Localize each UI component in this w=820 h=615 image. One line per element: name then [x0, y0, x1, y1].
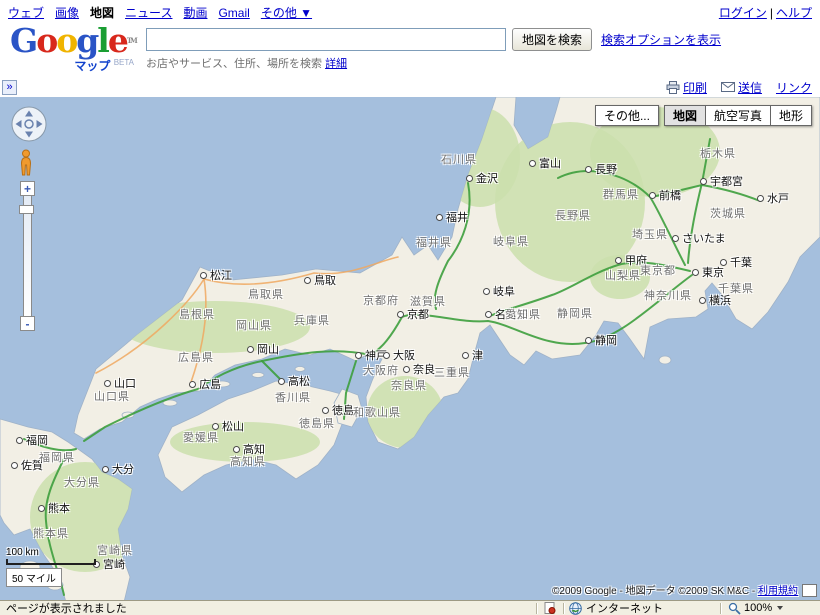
- envelope-icon: [720, 82, 735, 92]
- google-maps-page: ウェブ 画像 地図 ニュース 動画 Gmail その他 ▼ ログイン | ヘルプ GoogleT…: [0, 0, 820, 615]
- logo-maps-label: マップ BETA: [74, 58, 134, 73]
- status-message: ページが表示されました: [6, 603, 127, 615]
- account-nav: ログイン | ヘルプ: [719, 4, 812, 21]
- google-services-nav: ウェブ 画像 地図 ニュース 動画 Gmail その他 ▼: [8, 4, 323, 21]
- scale-bar: [6, 559, 96, 565]
- pegman-head: [22, 149, 30, 158]
- topnav-link-news[interactable]: ニュース: [125, 6, 172, 20]
- map-scale: 100 km 50 マイル: [6, 547, 96, 587]
- search-input[interactable]: [146, 28, 506, 51]
- help-link[interactable]: ヘルプ: [776, 6, 812, 20]
- topnav-link-images[interactable]: 画像: [55, 6, 79, 20]
- internet-globe-icon: [569, 601, 582, 615]
- zoom-out-button[interactable]: -: [20, 316, 35, 331]
- pegman-street-view-control[interactable]: [19, 149, 33, 180]
- terms-link[interactable]: 利用規約: [758, 586, 798, 597]
- zoom-dropdown-icon[interactable]: [777, 606, 784, 610]
- map-type-switcher: その他... 地図 航空写真 地形: [594, 105, 812, 126]
- link-label: リンク: [775, 80, 812, 95]
- topnav-link-web[interactable]: ウェブ: [8, 6, 44, 20]
- login-link[interactable]: ログイン: [719, 6, 767, 20]
- pan-control[interactable]: [10, 105, 48, 143]
- japan-map-graphic: [0, 97, 820, 600]
- map-canvas[interactable]: 金沢 富山 長野 宇都宮 前橋 水戸 福井 さいたま 甲府 千葉 東京 横浜 松江 鳥取 岐阜 京都 名古屋 静岡…: [0, 97, 820, 600]
- browser-status-bar: ページが表示されました インターネット 100%: [0, 600, 820, 615]
- browser-zoom-control[interactable]: 100%: [722, 602, 820, 615]
- status-separator: [563, 602, 564, 614]
- send-link[interactable]: 送信: [720, 79, 762, 96]
- magnifier-icon: [728, 602, 741, 615]
- search-hint-text: お店やサービス、住所、場所を検索: [146, 58, 322, 70]
- beta-badge: BETA: [113, 58, 134, 67]
- toolbar-actions: 印刷 送信 リンク: [666, 79, 812, 96]
- security-zone: インターネット: [565, 600, 719, 615]
- topnav-link-maps[interactable]: 地図: [90, 6, 114, 20]
- map-type-button-map[interactable]: 地図: [663, 105, 706, 126]
- zoom-slider-thumb[interactable]: [19, 205, 34, 214]
- topnav-link-more[interactable]: その他 ▼: [261, 6, 312, 20]
- top-navigation: ウェブ 画像 地図 ニュース 動画 Gmail その他 ▼ ログイン | ヘルプ: [0, 0, 820, 22]
- map-type-button-satellite[interactable]: 航空写真: [705, 105, 771, 126]
- zoom-percent-label: 100%: [744, 602, 773, 614]
- print-label: 印刷: [682, 80, 707, 95]
- logo-wordmark: GoogleTM: [10, 21, 138, 60]
- hint-details-link[interactable]: 詳細: [325, 58, 347, 70]
- google-maps-logo[interactable]: GoogleTM マップ BETA: [10, 21, 138, 76]
- search-area: 地図を検索 検索オプションを表示 お店やサービス、住所、場所を検索 詳細: [134, 22, 721, 76]
- print-link[interactable]: 印刷: [666, 79, 707, 96]
- status-separator: [536, 602, 537, 614]
- map-type-button-more[interactable]: その他...: [594, 105, 659, 126]
- scale-km-label: 100 km: [6, 547, 39, 558]
- status-indicator: [538, 602, 562, 614]
- header: GoogleTM マップ BETA 地図を検索 検索オプションを表示 お店やサー…: [0, 22, 820, 76]
- copyright-text: ©2009 Google - 地図データ ©2009 SK M&C -: [552, 586, 758, 597]
- printer-icon: [666, 80, 680, 94]
- search-hint: お店やサービス、住所、場所を検索 詳細: [146, 55, 721, 71]
- zone-label: インターネット: [586, 603, 663, 615]
- scale-miles-label: 50 マイル: [6, 568, 62, 587]
- map-corner-box[interactable]: [802, 584, 817, 597]
- zoom-control: + -: [19, 181, 35, 331]
- topnav-link-video[interactable]: 動画: [183, 6, 207, 20]
- nav-separator: |: [769, 5, 773, 20]
- map-toolbar: » 印刷 送信 リンク: [0, 76, 820, 98]
- send-label: 送信: [737, 80, 762, 95]
- topnav-link-gmail[interactable]: Gmail: [218, 6, 249, 20]
- map-type-button-terrain[interactable]: 地形: [770, 105, 812, 126]
- page-status-icon: [544, 602, 556, 614]
- search-options-link[interactable]: 検索オプションを表示: [601, 31, 721, 48]
- status-separator: [720, 602, 721, 614]
- link-link[interactable]: リンク: [776, 79, 812, 96]
- sidebar-expand-button[interactable]: »: [2, 79, 17, 95]
- search-button[interactable]: 地図を検索: [512, 28, 593, 51]
- zoom-in-button[interactable]: +: [20, 181, 35, 196]
- map-copyright: ©2009 Google - 地図データ ©2009 SK M&C - 利用規約: [552, 582, 798, 597]
- zoom-slider-track[interactable]: [19, 196, 34, 316]
- pegman-body: [20, 156, 32, 176]
